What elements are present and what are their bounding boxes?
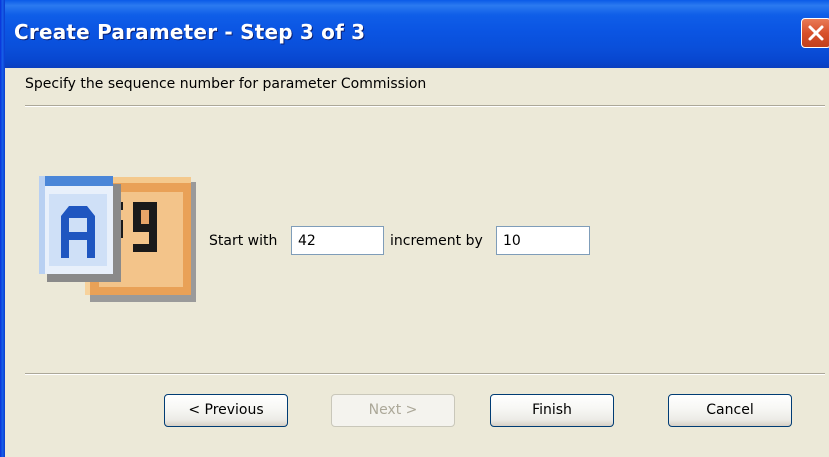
increment-by-input[interactable] bbox=[496, 226, 590, 255]
start-with-input[interactable] bbox=[291, 226, 384, 255]
close-button[interactable] bbox=[801, 18, 829, 48]
close-icon bbox=[808, 25, 824, 41]
bottom-separator bbox=[25, 373, 825, 375]
start-with-label: Start with bbox=[209, 233, 278, 249]
sequence-wizard-icon bbox=[39, 176, 196, 302]
title-bar[interactable]: Create Parameter - Step 3 of 3 bbox=[0, 0, 829, 68]
finish-button[interactable]: Finish bbox=[490, 394, 614, 427]
increment-by-label: increment by bbox=[390, 233, 483, 249]
previous-button[interactable]: < Previous bbox=[164, 394, 288, 427]
dialog-title: Create Parameter - Step 3 of 3 bbox=[14, 20, 366, 44]
top-separator bbox=[25, 105, 825, 107]
instruction-text: Specify the sequence number for paramete… bbox=[25, 76, 427, 92]
cancel-button[interactable]: Cancel bbox=[668, 394, 792, 427]
next-button[interactable]: Next > bbox=[331, 394, 455, 427]
dialog-window: Create Parameter - Step 3 of 3 Specify t… bbox=[0, 0, 829, 457]
dialog-content: Specify the sequence number for paramete… bbox=[5, 68, 829, 457]
